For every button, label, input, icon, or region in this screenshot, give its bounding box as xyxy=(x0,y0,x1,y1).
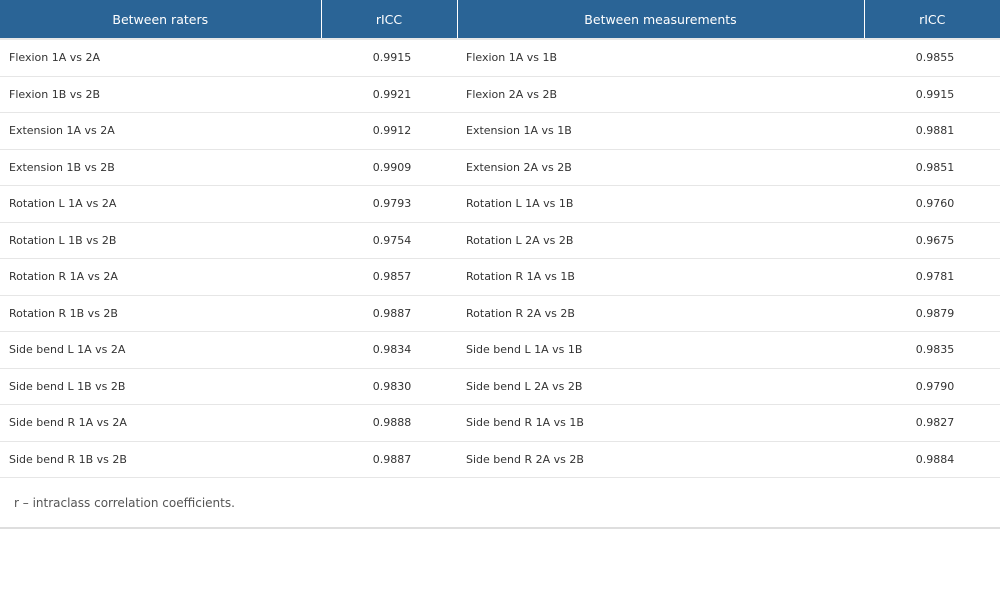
rater-pair-cell: Side bend R 1A vs 2A xyxy=(0,404,321,442)
header-between-measurements: Between measurements xyxy=(457,0,865,40)
measurement-ricc-cell: 0.9760 xyxy=(864,185,1000,223)
measurement-ricc-cell: 0.9884 xyxy=(864,441,1000,478)
header-row: Between raters rICC Between measurements… xyxy=(0,0,1000,40)
table-row: Rotation L 1B vs 2B 0.9754 Rotation L 2A v… xyxy=(0,222,1000,259)
rater-pair-cell: Side bend L 1A vs 2A xyxy=(0,331,321,369)
rater-ricc-cell: 0.9793 xyxy=(321,185,457,223)
measurement-pair-cell: Rotation L 2A vs 2B xyxy=(457,222,864,259)
measurement-pair-cell: Flexion 2A vs 2B xyxy=(457,76,864,113)
table-row: Rotation R 1A vs 2A 0.9857 Rotation R 1A v… xyxy=(0,258,1000,296)
rater-ricc-cell: 0.9888 xyxy=(321,404,457,442)
table-body: Flexion 1A vs 2A 0.9915 Flexion 1A vs 1B 0.… xyxy=(0,39,1000,478)
icc-table-container: Between raters rICC Between measurements… xyxy=(0,0,1000,529)
rater-ricc-cell: 0.9909 xyxy=(321,149,457,186)
measurement-ricc-cell: 0.9915 xyxy=(864,76,1000,113)
measurement-pair-cell: Side bend L 2A vs 2B xyxy=(457,368,864,405)
rater-pair-cell: Flexion 1A vs 2A xyxy=(0,39,321,77)
measurement-pair-cell: Extension 1A vs 1B xyxy=(457,112,864,150)
table-row: Rotation L 1A vs 2A 0.9793 Rotation L 1A v… xyxy=(0,185,1000,223)
rater-ricc-cell: 0.9921 xyxy=(321,76,457,113)
table-header: Between raters rICC Between measurements… xyxy=(0,0,1000,40)
measurement-ricc-cell: 0.9881 xyxy=(864,112,1000,150)
header-ricc-measurements: rICC xyxy=(864,0,1000,40)
rater-pair-cell: Extension 1A vs 2A xyxy=(0,112,321,150)
table-row: Rotation R 1B vs 2B 0.9887 Rotation R 2A v… xyxy=(0,295,1000,332)
rater-ricc-cell: 0.9887 xyxy=(321,295,457,332)
rater-ricc-cell: 0.9915 xyxy=(321,39,457,77)
measurement-pair-cell: Rotation R 2A vs 2B xyxy=(457,295,864,332)
rater-ricc-cell: 0.9834 xyxy=(321,331,457,369)
measurement-ricc-cell: 0.9879 xyxy=(864,295,1000,332)
table-row: Extension 1B vs 2B 0.9909 Extension 2A vs … xyxy=(0,149,1000,186)
table-row: Flexion 1B vs 2B 0.9921 Flexion 2A vs 2B 0.… xyxy=(0,76,1000,113)
table-row: Extension 1A vs 2A 0.9912 Extension 1A vs … xyxy=(0,112,1000,150)
measurement-ricc-cell: 0.9781 xyxy=(864,258,1000,296)
rater-pair-cell: Rotation R 1B vs 2B xyxy=(0,295,321,332)
icc-table: Between raters rICC Between measurements… xyxy=(0,0,1000,478)
measurement-pair-cell: Extension 2A vs 2B xyxy=(457,149,864,186)
measurement-pair-cell: Side bend L 1A vs 1B xyxy=(457,331,864,369)
table-row: Side bend L 1B vs 2B 0.9830 Side bend L 2A… xyxy=(0,368,1000,405)
rater-ricc-cell: 0.9857 xyxy=(321,258,457,296)
measurement-ricc-cell: 0.9790 xyxy=(864,368,1000,405)
measurement-pair-cell: Rotation L 1A vs 1B xyxy=(457,185,864,223)
header-ricc-raters: rICC xyxy=(321,0,458,40)
table-row: Side bend R 1B vs 2B 0.9887 Side bend R 2A… xyxy=(0,441,1000,478)
rater-ricc-cell: 0.9912 xyxy=(321,112,457,150)
table-row: Side bend R 1A vs 2A 0.9888 Side bend R 1A… xyxy=(0,404,1000,442)
rater-pair-cell: Side bend L 1B vs 2B xyxy=(0,368,321,405)
measurement-ricc-cell: 0.9855 xyxy=(864,39,1000,77)
table-row: Flexion 1A vs 2A 0.9915 Flexion 1A vs 1B 0.… xyxy=(0,39,1000,77)
measurement-pair-cell: Side bend R 2A vs 2B xyxy=(457,441,864,478)
measurement-pair-cell: Flexion 1A vs 1B xyxy=(457,39,864,77)
table-footnote: r – intraclass correlation coefficients. xyxy=(0,478,1000,529)
rater-pair-cell: Flexion 1B vs 2B xyxy=(0,76,321,113)
rater-pair-cell: Rotation R 1A vs 2A xyxy=(0,258,321,296)
rater-ricc-cell: 0.9887 xyxy=(321,441,457,478)
measurement-ricc-cell: 0.9851 xyxy=(864,149,1000,186)
table-row: Side bend L 1A vs 2A 0.9834 Side bend L 1A… xyxy=(0,331,1000,369)
measurement-pair-cell: Rotation R 1A vs 1B xyxy=(457,258,864,296)
rater-pair-cell: Extension 1B vs 2B xyxy=(0,149,321,186)
rater-pair-cell: Rotation L 1B vs 2B xyxy=(0,222,321,259)
rater-pair-cell: Side bend R 1B vs 2B xyxy=(0,441,321,478)
measurement-ricc-cell: 0.9675 xyxy=(864,222,1000,259)
rater-pair-cell: Rotation L 1A vs 2A xyxy=(0,185,321,223)
rater-ricc-cell: 0.9830 xyxy=(321,368,457,405)
rater-ricc-cell: 0.9754 xyxy=(321,222,457,259)
measurement-ricc-cell: 0.9835 xyxy=(864,331,1000,369)
measurement-ricc-cell: 0.9827 xyxy=(864,404,1000,442)
header-between-raters: Between raters xyxy=(0,0,322,40)
measurement-pair-cell: Side bend R 1A vs 1B xyxy=(457,404,864,442)
